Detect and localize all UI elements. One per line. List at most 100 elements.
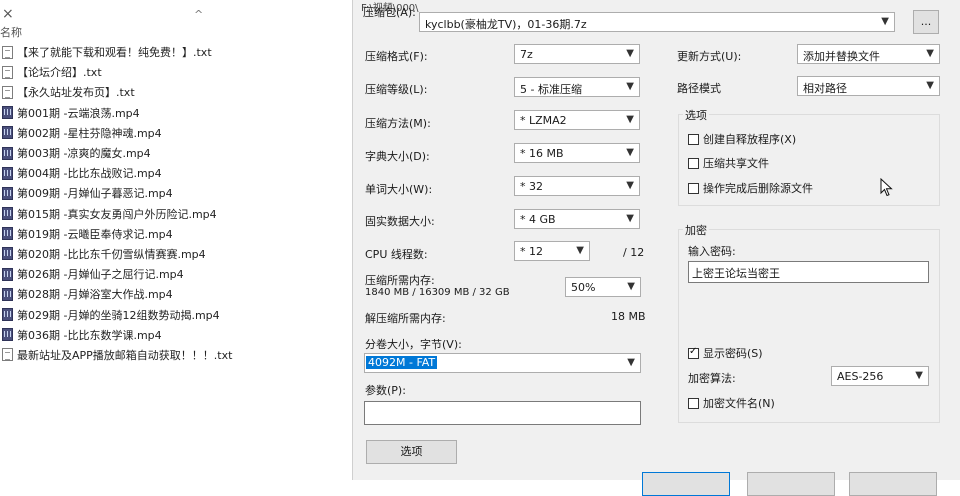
memory-percent-select[interactable]: 50% ▼ — [565, 277, 641, 297]
file-row[interactable]: 第003期 -凉爽的魔女.mp4 — [0, 143, 350, 163]
checkbox-box[interactable] — [688, 157, 699, 169]
file-row[interactable]: 最新站址及APP播放邮箱自动获取！！！.txt — [0, 345, 350, 365]
solid-value: * 4 GB — [520, 213, 556, 226]
chevron-down-icon[interactable]: ▼ — [626, 81, 634, 92]
archive-label: 压缩包(A): — [363, 6, 416, 19]
options-button[interactable]: 选项 — [366, 440, 457, 464]
password-input[interactable]: 上密王论坛当密王 — [688, 261, 929, 283]
text-file-icon — [2, 65, 13, 79]
chevron-down-icon[interactable]: ▼ — [881, 16, 889, 27]
solid-select[interactable]: * 4 GB ▼ — [514, 209, 640, 229]
word-value: * 32 — [520, 180, 543, 193]
file-row[interactable]: 第036期 -比比东数学课.mp4 — [0, 325, 350, 345]
archive-name-combo[interactable]: kyclbb(豪柚龙TV)，01-36期.7z ▼ — [419, 12, 895, 32]
file-row[interactable]: 第015期 -真实女友勇闯户外历险记.mp4 — [0, 204, 350, 224]
file-row[interactable]: 【论坛介绍】.txt — [0, 62, 350, 82]
video-file-icon — [2, 227, 13, 241]
file-name: 第004期 -比比东战败记.mp4 — [17, 167, 162, 181]
dict-label: 字典大小(D): — [365, 150, 430, 163]
file-name: 第001期 -云端浪荡.mp4 — [17, 106, 140, 120]
encryption-method-select[interactable]: AES-256 ▼ — [831, 366, 929, 386]
method-select[interactable]: * LZMA2 ▼ — [514, 110, 640, 130]
file-row[interactable]: 第001期 -云端浪荡.mp4 — [0, 103, 350, 123]
level-value: 5 - 标准压缩 — [520, 83, 582, 96]
format-select[interactable]: 7z ▼ — [514, 44, 640, 64]
column-header-name[interactable]: 名称 — [0, 24, 22, 40]
delete-after-checkbox[interactable]: 操作完成后删除源文件 — [688, 180, 813, 196]
video-file-icon — [2, 126, 13, 140]
file-row[interactable]: 第020期 -比比东千仞雪纵情赛赛.mp4 — [0, 244, 350, 264]
chevron-down-icon[interactable]: ▼ — [626, 147, 634, 158]
chevron-down-icon[interactable]: ▼ — [626, 180, 634, 191]
file-row[interactable]: 【来了就能下载和观看！纯免费！】.txt — [0, 42, 350, 62]
file-row[interactable]: 第019期 -云曦臣奉侍求记.mp4 — [0, 224, 350, 244]
video-file-icon — [2, 308, 13, 322]
text-file-icon — [2, 45, 13, 59]
close-icon[interactable]: × — [2, 6, 14, 22]
chevron-down-icon[interactable]: ▼ — [626, 48, 634, 59]
path-mode-label: 路径模式 — [677, 82, 721, 95]
shared-files-label: 压缩共享文件 — [703, 157, 769, 170]
video-file-icon — [2, 186, 13, 200]
video-file-icon — [2, 106, 13, 120]
video-file-icon — [2, 328, 13, 342]
file-row[interactable]: 第002期 -星柱芬隐神魂.mp4 — [0, 123, 350, 143]
browse-button[interactable]: ... — [913, 10, 939, 34]
format-value: 7z — [520, 48, 533, 61]
file-row[interactable]: 第029期 -月婵的坐骑12组数势动揭.mp4 — [0, 304, 350, 324]
file-name: 第019期 -云曦臣奉侍求记.mp4 — [17, 227, 173, 241]
memory-percent-value: 50% — [571, 281, 596, 294]
options-group-title: 选项 — [683, 107, 709, 123]
params-input[interactable] — [364, 401, 641, 425]
file-name: 第028期 -月婵浴室大作战.mp4 — [17, 288, 173, 302]
chevron-down-icon[interactable]: ▼ — [626, 213, 634, 224]
chevron-down-icon[interactable]: ▼ — [627, 357, 635, 368]
level-select[interactable]: 5 - 标准压缩 ▼ — [514, 77, 640, 97]
file-row[interactable]: 第026期 -月婵仙子之屈行记.mp4 — [0, 264, 350, 284]
file-row[interactable]: 第009期 -月婵仙子暮恶记.mp4 — [0, 183, 350, 203]
cpu-select[interactable]: * 12 ▼ — [514, 241, 590, 261]
chevron-down-icon[interactable]: ▼ — [627, 281, 635, 292]
checkbox-box[interactable] — [688, 346, 699, 359]
chevron-down-icon[interactable]: ▼ — [926, 80, 934, 91]
checkbox-box[interactable] — [688, 182, 699, 194]
shared-files-checkbox[interactable]: 压缩共享文件 — [688, 155, 769, 171]
encrypt-names-label: 加密文件名(N) — [703, 397, 775, 410]
text-file-icon — [2, 85, 13, 99]
chevron-down-icon[interactable]: ▼ — [926, 48, 934, 59]
format-label: 压缩格式(F): — [365, 50, 428, 63]
mem-comp-detail: 1840 MB / 16309 MB / 32 GB — [365, 287, 510, 298]
help-button[interactable] — [849, 472, 937, 496]
encrypt-names-checkbox[interactable]: 加密文件名(N) — [688, 395, 775, 411]
ok-button[interactable] — [642, 472, 730, 496]
sort-up-icon[interactable]: ^ — [194, 8, 203, 21]
file-row[interactable]: 【永久站址发布页】.txt — [0, 82, 350, 102]
path-mode-select[interactable]: 相对路径 ▼ — [797, 76, 940, 96]
path-mode-value: 相对路径 — [803, 82, 847, 95]
file-name: 【永久站址发布页】.txt — [17, 86, 135, 100]
dict-select[interactable]: * 16 MB ▼ — [514, 143, 640, 163]
password-value: 上密王论坛当密王 — [692, 267, 780, 280]
update-mode-value: 添加并替换文件 — [803, 50, 880, 63]
chevron-down-icon[interactable]: ▼ — [576, 245, 584, 256]
split-volume-combo[interactable]: 4092M - FAT ▼ — [364, 353, 641, 373]
update-mode-select[interactable]: 添加并替换文件 ▼ — [797, 44, 940, 64]
encryption-group-title: 加密 — [683, 222, 709, 238]
checkbox-box[interactable] — [688, 397, 699, 409]
file-row[interactable]: 第004期 -比比东战败记.mp4 — [0, 163, 350, 183]
cancel-button[interactable] — [747, 472, 835, 496]
chevron-down-icon[interactable]: ▼ — [626, 114, 634, 125]
file-name: 【论坛介绍】.txt — [17, 66, 102, 80]
file-name: 第026期 -月婵仙子之屈行记.mp4 — [17, 268, 184, 282]
file-row[interactable]: 第028期 -月婵浴室大作战.mp4 — [0, 284, 350, 304]
file-name: 第003期 -凉爽的魔女.mp4 — [17, 147, 151, 161]
video-file-icon — [2, 166, 13, 180]
word-select[interactable]: * 32 ▼ — [514, 176, 640, 196]
file-name: 第029期 -月婵的坐骑12组数势动揭.mp4 — [17, 308, 220, 322]
chevron-down-icon[interactable]: ▼ — [915, 370, 923, 381]
show-password-checkbox[interactable]: 显示密码(S) — [688, 345, 763, 361]
checkbox-box[interactable] — [688, 133, 699, 145]
sfx-checkbox[interactable]: 创建自释放程序(X) — [688, 131, 796, 147]
video-file-icon — [2, 267, 13, 281]
password-label: 输入密码: — [688, 245, 736, 258]
